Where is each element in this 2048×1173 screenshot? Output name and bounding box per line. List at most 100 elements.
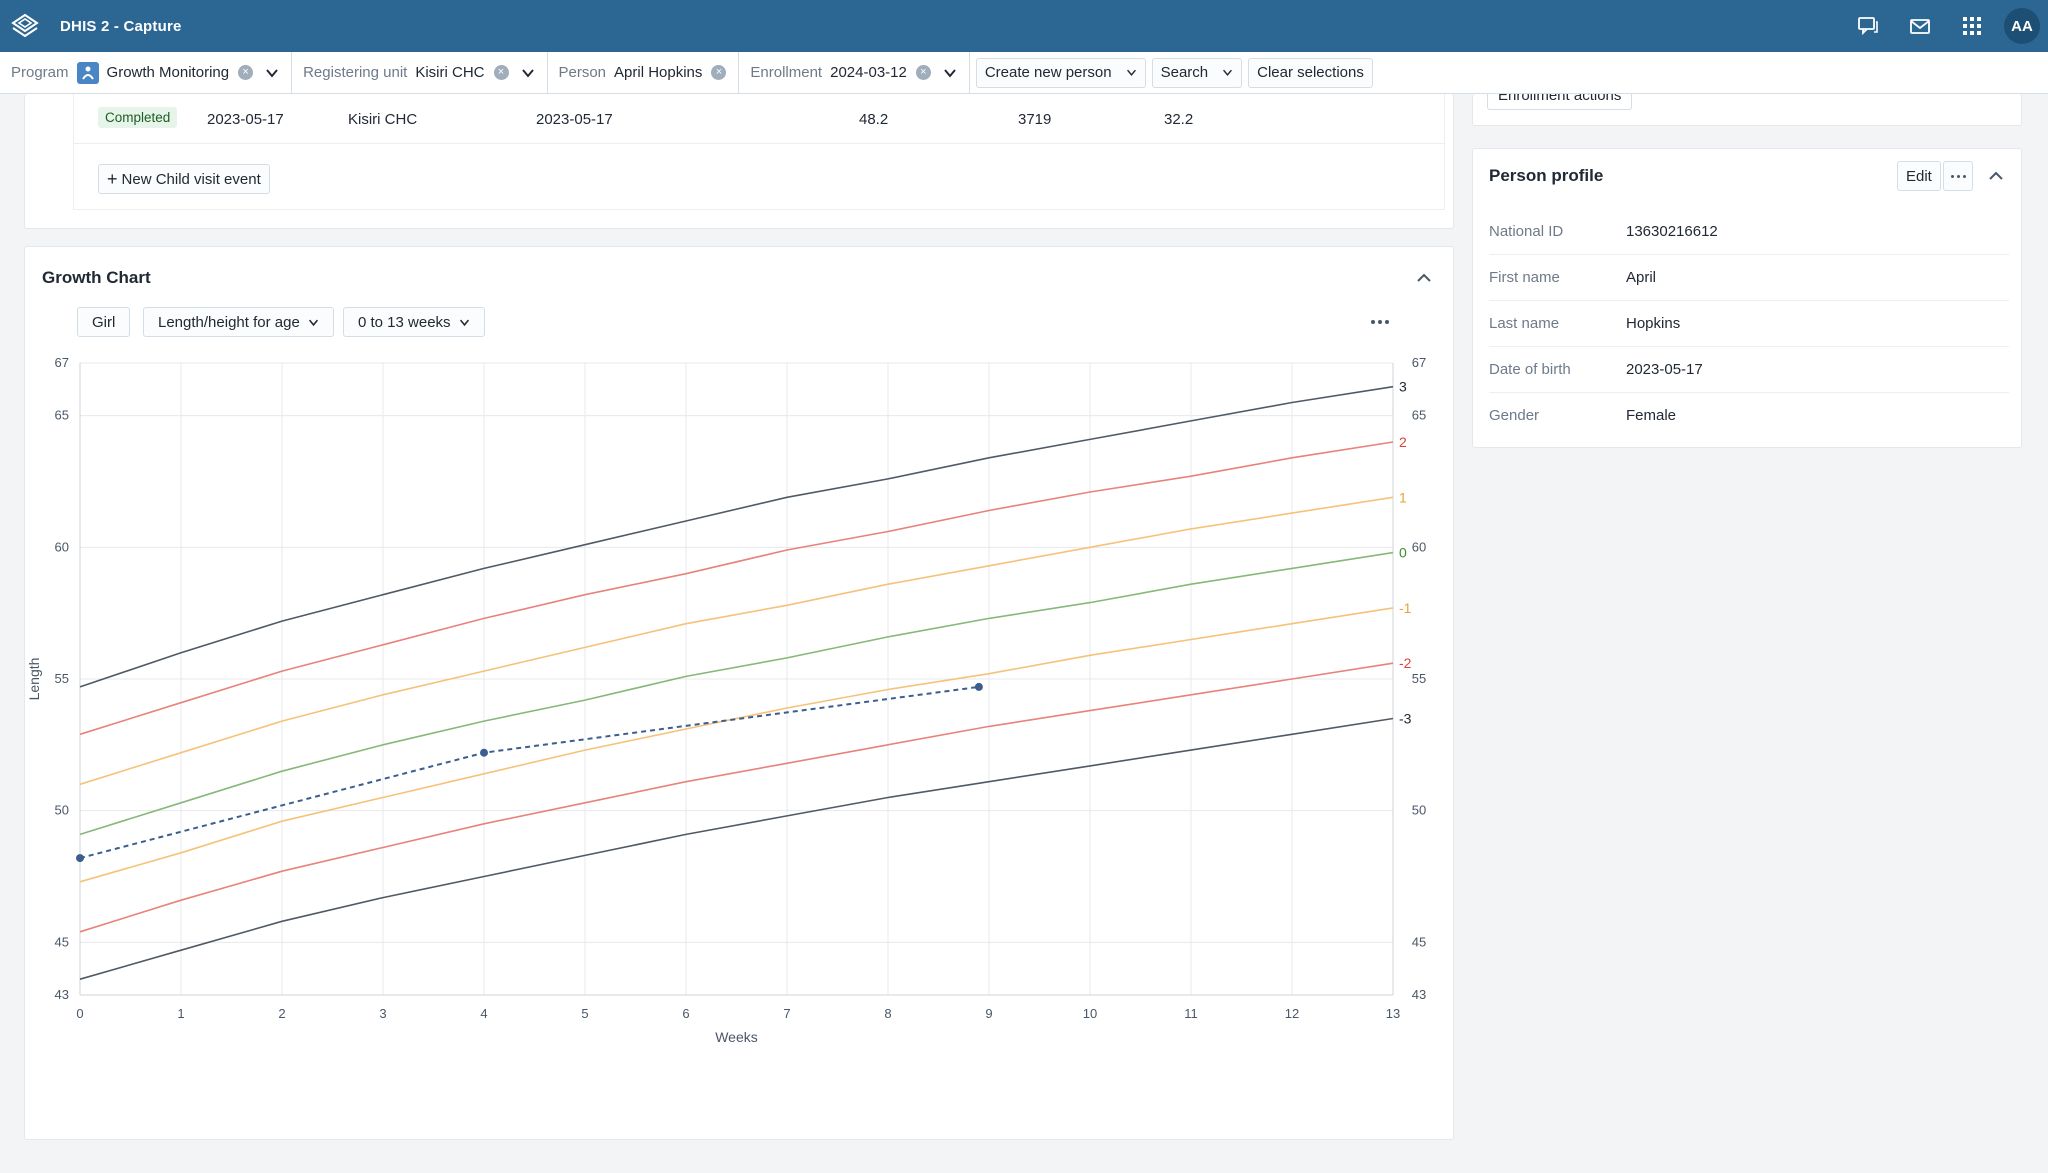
clear-selections-button[interactable]: Clear selections [1248,57,1373,88]
events-table: Completed 2023-05-17 Kisiri CHC 2023-05-… [73,94,1445,210]
person-profile-title: Person profile [1489,166,1604,185]
field-label: Gender [1489,407,1540,424]
status-badge: Completed [98,107,178,128]
new-event-label: New Child visit event [121,170,261,188]
zscore-line [79,607,1394,883]
zscore-line-label: -1 [1399,600,1412,616]
chevron-down-icon[interactable] [1222,67,1233,78]
growth-chart-widget: Growth Chart Girl Length/height for age … [24,246,1454,1140]
x-tick-label: 9 [985,1006,992,1021]
dhis2-logo-icon[interactable] [10,11,40,41]
clear-person-icon[interactable]: × [711,65,727,80]
profile-more-options-icon[interactable] [1943,161,1973,191]
measurement-point [480,748,488,757]
y-tick-label-right: 67 [1412,355,1426,370]
enrollment-actions-button[interactable]: Enrollment actions [1487,94,1633,110]
context-selection-bar: Program Growth Monitoring × Registering … [0,51,2048,94]
chevron-down-icon[interactable] [1126,67,1137,78]
person-selector[interactable]: Person April Hopkins × [548,51,740,94]
chevron-up-icon[interactable] [1985,165,2007,187]
enrollment-actions-label: Enrollment actions [1498,94,1622,104]
x-tick-label: 3 [379,1006,386,1021]
event-org-unit: Kisiri CHC [348,111,418,128]
y-tick-label-left: 60 [55,539,69,554]
interpretations-icon[interactable] [1842,0,1894,52]
edit-profile-button[interactable]: Edit [1897,161,1941,191]
x-tick-label: 12 [1285,1006,1299,1021]
x-tick-label: 5 [581,1006,588,1021]
registering-unit-selector[interactable]: Registering unit Kisiri CHC × [292,51,548,94]
profile-field-date-of-birth: Date of birth 2023-05-17 [1489,347,2009,393]
program-label: Program [11,64,69,81]
program-value: Growth Monitoring [106,64,230,81]
stage-events-widget: Completed 2023-05-17 Kisiri CHC 2023-05-… [24,94,1454,229]
chevron-down-icon[interactable] [943,66,957,80]
event-date: 2023-05-17 [207,111,284,128]
zscore-line [79,496,1394,786]
search-label: Search [1160,64,1209,81]
messages-icon[interactable] [1894,0,1946,52]
field-value: April [1626,269,1657,286]
header-bar: DHIS 2 - Capture AA [0,0,2048,52]
x-tick-label: 6 [682,1006,689,1021]
profile-field-gender: Gender Female [1489,393,2009,439]
app-title: DHIS 2 - Capture [60,17,182,35]
field-value: 13630216612 [1626,223,1718,240]
y-tick-label-right: 43 [1412,987,1426,1002]
enrollment-selector[interactable]: Enrollment 2024-03-12 × [739,51,970,94]
create-new-person-label: Create new person [984,64,1112,81]
zscore-line [79,441,1394,736]
field-label: Last name [1489,315,1560,332]
enrollment-label: Enrollment [750,64,823,81]
y-tick-label-left: 67 [55,355,69,370]
enrollment-widget: Enrollment actions [1472,94,2022,126]
clear-registering-unit-icon[interactable]: × [493,65,509,80]
y-tick-label-left: 43 [55,987,69,1002]
y-tick-label-right: 65 [1412,408,1426,423]
x-tick-label: 10 [1083,1006,1097,1021]
chevron-down-icon[interactable] [265,66,279,80]
create-new-person-button[interactable]: Create new person [975,57,1146,88]
zscore-line-label: -3 [1399,711,1412,727]
x-tick-label: 1 [177,1006,184,1021]
person-profile-widget: Person profile Edit National ID 13630216… [1472,148,2022,448]
measurement-line [79,685,980,860]
x-tick-label: 8 [884,1006,891,1021]
profile-field-national-id: National ID 13630216612 [1489,209,2009,255]
chevron-down-icon[interactable] [521,66,535,80]
clear-enrollment-icon[interactable]: × [915,65,931,80]
profile-field-last-name: Last name Hopkins [1489,301,2009,347]
user-avatar[interactable]: AA [2004,8,2040,44]
field-label: National ID [1489,223,1564,240]
x-tick-label: 11 [1184,1006,1198,1021]
y-axis-label: Length [26,658,42,701]
event-value-2: 3719 [1018,111,1052,128]
growth-chart-plot: 0 1 2 3 4 5 6 7 8 9 10 11 12 1343 4345 4550 5055 5560 6065… [26,355,1426,1045]
program-icon [76,61,99,84]
field-label: Date of birth [1489,361,1571,378]
person-label: Person [558,64,607,81]
event-value-1: 48.2 [859,111,889,128]
clear-program-icon[interactable]: × [238,65,254,80]
x-axis-label: Weeks [715,1029,758,1045]
person-value: April Hopkins [614,64,703,81]
field-label: First name [1489,269,1560,286]
field-value: Hopkins [1626,315,1681,332]
new-event-button[interactable]: + New Child visit event [98,164,270,194]
table-row[interactable]: Completed 2023-05-17 Kisiri CHC 2023-05-… [74,94,1444,144]
apps-grid-icon[interactable] [1946,0,1998,52]
field-value: Female [1626,407,1677,424]
x-tick-label: 13 [1386,1006,1400,1021]
measurement-point [76,854,84,863]
field-value: 2023-05-17 [1626,361,1703,378]
y-tick-label-right: 60 [1412,539,1426,554]
zscore-line [79,662,1394,933]
zscore-line-label: -2 [1399,655,1412,671]
program-selector[interactable]: Program Growth Monitoring × [0,51,293,94]
zscore-line [79,385,1394,688]
event-report-date: 2023-05-17 [536,111,613,128]
y-tick-label-left: 55 [55,671,69,686]
y-tick-label-left: 65 [55,408,69,423]
search-button[interactable]: Search [1151,57,1243,88]
y-tick-label-left: 45 [55,934,69,949]
